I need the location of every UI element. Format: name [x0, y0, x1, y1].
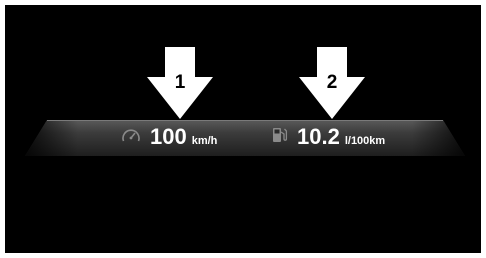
callout-arrow-1: 1 [147, 47, 213, 119]
callout-number: 2 [326, 72, 338, 93]
callout-number: 1 [174, 72, 186, 93]
speed-readout: 100 km/h [121, 124, 217, 150]
hud-info-bar: 100 km/h 10.2 l/100km [25, 118, 465, 156]
fuel-pump-icon [272, 126, 288, 148]
callout-arrow-2: 2 [299, 47, 365, 119]
hud-bar-background [25, 120, 465, 156]
fuel-consumption-unit: l/100km [344, 135, 386, 147]
speed-value: 100 [150, 124, 187, 149]
fuel-consumption-readout: 10.2 l/100km [272, 124, 385, 150]
speedometer-icon [121, 127, 141, 148]
head-up-display-screen: 1 2 100 km/h 10.2 l/100km [5, 5, 481, 253]
speed-unit: km/h [191, 135, 218, 147]
fuel-consumption-value: 10.2 [297, 124, 340, 149]
